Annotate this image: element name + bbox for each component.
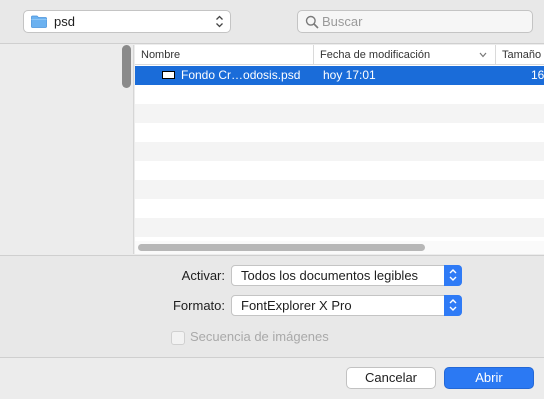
column-name-label: Nombre xyxy=(141,49,181,61)
column-date[interactable]: Fecha de modificación xyxy=(313,45,495,65)
sidebar-scrollbar[interactable] xyxy=(122,45,131,88)
sidebar xyxy=(0,45,134,254)
empty-row xyxy=(135,199,544,218)
search-input[interactable] xyxy=(322,13,522,30)
search-field[interactable] xyxy=(297,10,533,33)
toolbar: psd xyxy=(0,0,544,44)
empty-row xyxy=(135,123,544,142)
file-date: hoy 17:01 xyxy=(323,68,376,82)
dialog-footer: Cancelar Abrir xyxy=(0,359,544,399)
empty-row xyxy=(135,104,544,123)
location-label: psd xyxy=(54,14,75,29)
cancel-button[interactable]: Cancelar xyxy=(346,367,436,389)
file-list: Fondo Cr…odosis.psd hoy 17:01 16 xyxy=(135,66,544,237)
updown-chevron-icon xyxy=(449,269,457,281)
formato-stepper xyxy=(444,295,462,316)
options-panel: Activar: Todos los documentos legibles F… xyxy=(0,255,544,358)
formato-popup[interactable]: FontExplorer X Pro xyxy=(231,295,462,316)
empty-row xyxy=(135,161,544,180)
empty-row xyxy=(135,218,544,237)
activar-popup[interactable]: Todos los documentos legibles xyxy=(231,265,462,286)
folder-icon xyxy=(31,15,47,28)
file-icon xyxy=(162,71,175,79)
horizontal-scrollbar[interactable] xyxy=(138,244,425,251)
formato-value: FontExplorer X Pro xyxy=(241,298,352,313)
activar-value: Todos los documentos legibles xyxy=(241,268,419,283)
file-name: Fondo Cr…odosis.psd xyxy=(181,68,301,82)
secuencia-label: Secuencia de imágenes xyxy=(190,329,329,344)
secuencia-checkbox[interactable] xyxy=(171,331,185,345)
formato-label: Formato: xyxy=(172,298,225,313)
file-row[interactable]: Fondo Cr…odosis.psd hoy 17:01 16 xyxy=(135,66,544,85)
open-button[interactable]: Abrir xyxy=(444,367,534,389)
updown-chevron-icon xyxy=(216,15,223,28)
activar-label: Activar: xyxy=(181,268,225,283)
empty-row xyxy=(135,85,544,104)
column-name[interactable]: Nombre xyxy=(135,45,313,65)
file-browser: Nombre Fecha de modificación Tamaño Fond… xyxy=(135,45,544,254)
empty-row xyxy=(135,142,544,161)
activar-stepper xyxy=(444,265,462,286)
search-icon xyxy=(305,15,319,29)
updown-chevron-icon xyxy=(449,299,457,311)
location-popup[interactable]: psd xyxy=(23,10,231,33)
file-size: 16 xyxy=(531,68,544,82)
sort-chevron-icon xyxy=(479,52,487,58)
column-date-label: Fecha de modificación xyxy=(320,49,431,61)
column-header: Nombre Fecha de modificación Tamaño xyxy=(135,45,544,65)
column-size-label: Tamaño xyxy=(502,49,542,61)
empty-row xyxy=(135,180,544,199)
column-size[interactable]: Tamaño xyxy=(495,45,544,65)
